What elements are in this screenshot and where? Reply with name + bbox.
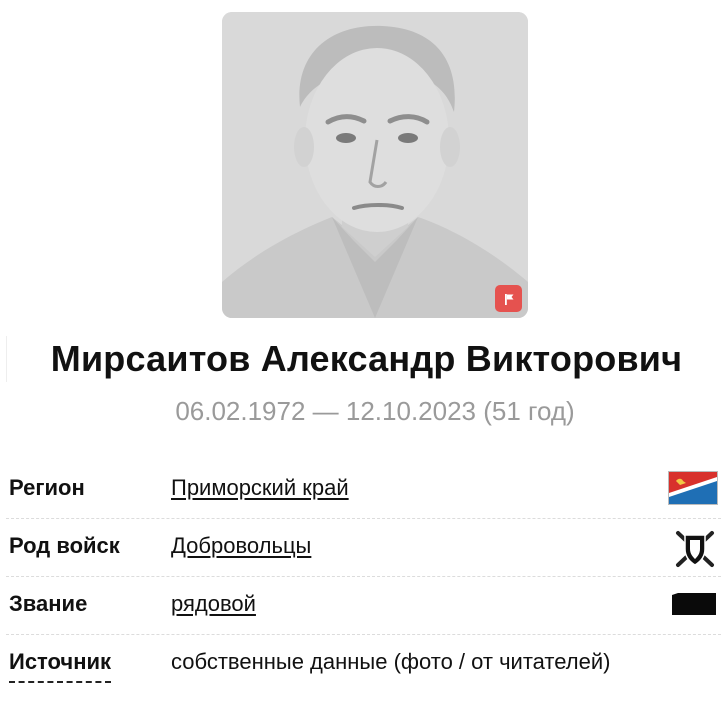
rank-insignia-icon bbox=[670, 593, 718, 622]
memorial-card: Мирсаитов Александр Викторович 06.02.197… bbox=[0, 0, 727, 701]
flag-icon bbox=[504, 293, 513, 305]
volunteer-emblem-icon bbox=[672, 529, 718, 574]
rank-link[interactable]: рядовой bbox=[171, 591, 256, 617]
troops-link[interactable]: Добровольцы bbox=[171, 533, 311, 559]
info-row-rank: Звание рядовой bbox=[6, 577, 721, 635]
info-row-source: Источник собственные данные (фото / от ч… bbox=[6, 635, 721, 693]
primorsky-flag-icon bbox=[668, 471, 718, 510]
portrait-photo bbox=[222, 12, 528, 318]
region-link[interactable]: Приморский край bbox=[171, 475, 349, 501]
life-dates: 06.02.1972 — 12.10.2023 (51 год) bbox=[175, 396, 575, 426]
info-row-troops: Род войск Добровольцы bbox=[6, 519, 721, 577]
source-label[interactable]: Источник bbox=[9, 649, 112, 683]
person-full-name: Мирсаитов Александр Викторович bbox=[6, 336, 726, 382]
source-value: собственные данные (фото / от читателей) bbox=[171, 649, 611, 674]
info-table: Регион Приморский край Род войск Доброво… bbox=[6, 461, 721, 693]
rank-label: Звание bbox=[9, 591, 88, 616]
flag-button[interactable] bbox=[495, 285, 522, 312]
portrait-image bbox=[222, 12, 528, 318]
region-label: Регион bbox=[9, 475, 85, 500]
info-row-region: Регион Приморский край bbox=[6, 461, 721, 519]
troops-label: Род войск bbox=[9, 533, 120, 558]
